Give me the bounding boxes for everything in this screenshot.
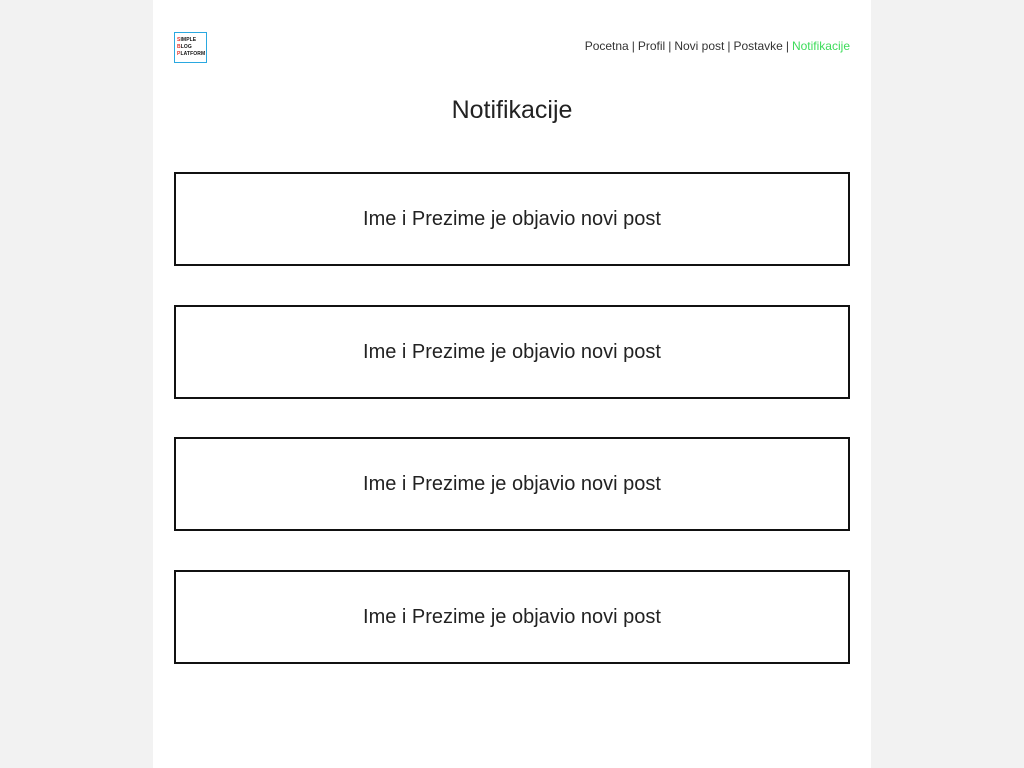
- nav-separator: |: [631, 39, 635, 53]
- top-nav: Pocetna | Profil | Novi post | Postavke | Notifi…: [585, 39, 850, 53]
- nav-link-notifikacije[interactable]: Notifikacije: [792, 39, 850, 53]
- nav-separator: |: [668, 39, 672, 53]
- nav-link-novi-post[interactable]: Novi post: [674, 39, 724, 53]
- page-title: Notifikacije: [451, 96, 573, 124]
- nav-link-pocetna[interactable]: Pocetna: [585, 39, 629, 53]
- page-container: SIMPLE BLOG PLATFORM Pocetna | Profil | Novi…: [153, 0, 871, 768]
- notification-item[interactable]: Ime i Prezime je objavio novi post: [174, 437, 850, 531]
- site-logo[interactable]: SIMPLE BLOG PLATFORM: [174, 32, 207, 63]
- notification-item[interactable]: Ime i Prezime je objavio novi post: [174, 305, 850, 399]
- nav-link-profil[interactable]: Profil: [638, 39, 665, 53]
- logo-line-3: PLATFORM: [177, 51, 206, 57]
- logo-line-1: SIMPLE: [177, 37, 197, 43]
- nav-separator: |: [727, 39, 731, 53]
- notification-item[interactable]: Ime i Prezime je objavio novi post: [174, 570, 850, 664]
- nav-link-postavke[interactable]: Postavke: [733, 39, 782, 53]
- nav-separator: |: [785, 39, 789, 53]
- logo-line-2: BLOG: [177, 44, 192, 50]
- notification-item[interactable]: Ime i Prezime je objavio novi post: [174, 172, 850, 266]
